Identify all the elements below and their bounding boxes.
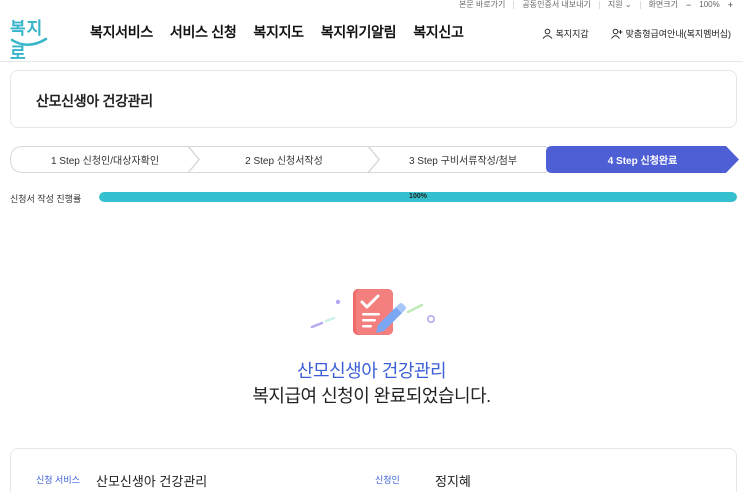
step-2: 2 Step 신청서작성 <box>188 146 380 173</box>
nav-item-welfare-map[interactable]: 복지지도 <box>253 22 304 42</box>
application-complete-icon <box>310 289 436 335</box>
step-1: 1 Step 신청인/대상자확인 <box>10 146 200 173</box>
support-dropdown[interactable]: 지원 ⌄ <box>600 0 641 9</box>
utility-bar: 본문 바로가기 공동인증서 내보내기 지원 ⌄ 화면크기 − 100% + <box>451 0 743 9</box>
step-2-label: 2 Step 신청서작성 <box>245 156 323 167</box>
main-navigation: 복지서비스 서비스 신청 복지지도 복지위기알림 복지신고 <box>90 22 481 42</box>
completed-service-name: 산모신생아 건강관리 <box>296 361 447 381</box>
completion-message: 복지급여 신청이 완료되었습니다. <box>252 386 491 406</box>
zoom-label: 화면크기 <box>648 0 678 9</box>
header-utility: 복지지갑 맞춤형급여안내(복지멤버십) <box>542 27 731 40</box>
logo-swoosh-icon <box>10 37 48 46</box>
step-3: 3 Step 구비서류작성/첨부 <box>368 146 558 173</box>
page-title: 산모신생아 건강관리 <box>36 93 153 109</box>
export-certificate-link[interactable]: 공동인증서 내보내기 <box>514 0 600 9</box>
nav-item-welfare-report[interactable]: 복지신고 <box>413 22 464 42</box>
user-icon <box>542 28 552 39</box>
step-4-label: 4 Step 신청완료 <box>607 156 678 167</box>
zoom-in-button[interactable]: + <box>728 0 733 9</box>
user-add-icon <box>610 28 623 39</box>
nav-item-service-application[interactable]: 서비스 신청 <box>170 22 237 42</box>
step-indicator: 1 Step 신청인/대상자확인 2 Step 신청서작성 3 Step 구비서… <box>10 146 739 173</box>
service-key: 신청 서비스 <box>36 475 80 485</box>
application-summary: 신청 서비스 산모신생아 건강관리 신청인 정지혜 <box>10 448 737 492</box>
welfare-wallet-link[interactable]: 복지지갑 <box>542 27 589 40</box>
step-4: 4 Step 신청완료 <box>546 146 739 173</box>
zoom-out-button[interactable]: − <box>686 0 691 9</box>
page-title-box: 산모신생아 건강관리 <box>10 70 737 128</box>
welfare-wallet-label: 복지지갑 <box>555 29 589 39</box>
service-value: 산모신생아 건강관리 <box>96 474 208 489</box>
nav-item-welfare-services[interactable]: 복지서비스 <box>90 22 153 42</box>
applicant-key: 신청인 <box>375 475 400 485</box>
progress-percent: 100% <box>409 193 427 200</box>
zoom-control: 화면크기 − 100% + <box>641 0 743 9</box>
step-1-label: 1 Step 신청인/대상자확인 <box>50 156 160 167</box>
step-3-label: 3 Step 구비서류작성/첨부 <box>408 156 518 167</box>
progress-row: 신청서 작성 진행률 100% <box>10 190 739 204</box>
chevron-down-icon: ⌄ <box>624 0 632 9</box>
membership-link[interactable]: 맞춤형급여안내(복지멤버십) <box>610 27 731 40</box>
progress-bar: 100% <box>99 192 737 202</box>
skip-to-content-link[interactable]: 본문 바로가기 <box>451 0 515 9</box>
support-label: 지원 <box>607 0 623 9</box>
progress-label: 신청서 작성 진행률 <box>10 194 82 204</box>
membership-label: 맞춤형급여안내(복지멤버십) <box>625 29 731 39</box>
nav-item-crisis-alert[interactable]: 복지위기알림 <box>321 22 397 42</box>
site-logo[interactable]: 복지로 <box>10 14 50 63</box>
site-header: 복지로 복지서비스 서비스 신청 복지지도 복지위기알림 복지신고 복지지갑 맞… <box>0 10 743 63</box>
zoom-value: 100% <box>699 0 720 9</box>
applicant-value: 정지혜 <box>435 474 471 489</box>
